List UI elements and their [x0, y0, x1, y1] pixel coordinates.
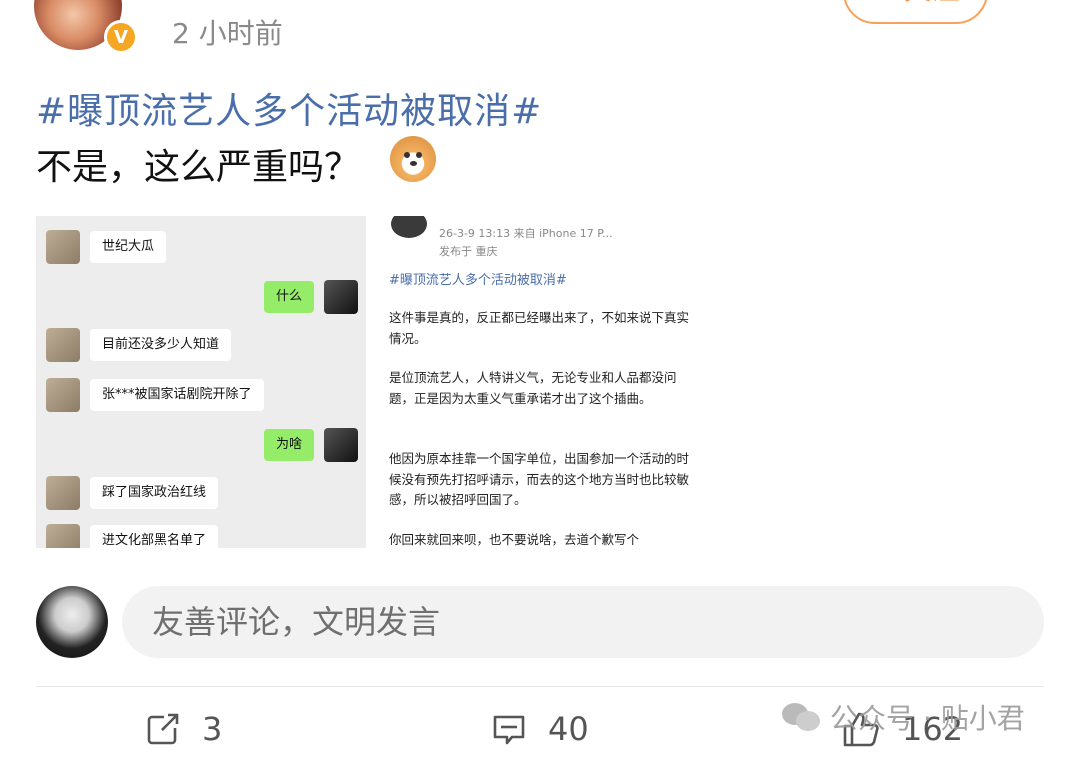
chat-bubble: 为啥 [263, 429, 314, 461]
post-image-embedded-post[interactable]: 26-3-9 13:13 来自 iPhone 17 P... 发布于 重庆 #曝… [375, 216, 705, 548]
chat-bubble: 张***被国家话剧院开除了 [90, 379, 264, 411]
chat-message: 为啥 [36, 426, 366, 466]
embedded-location: 发布于 重庆 [439, 245, 498, 258]
wechat-icon [782, 701, 822, 733]
verified-badge-icon: V [104, 20, 138, 54]
chat-message: 张***被国家话剧院开除了 [36, 376, 366, 416]
embedded-meta: 26-3-9 13:13 来自 iPhone 17 P... [439, 227, 613, 240]
chat-avatar [46, 328, 80, 362]
divider [36, 686, 1044, 687]
chat-message: 进文化部黑名单了 [36, 522, 366, 548]
chat-message: 踩了国家政治红线 [36, 474, 366, 514]
chat-message: 世纪大瓜 [36, 228, 366, 268]
embedded-paragraph: 这件事是真的，反正都已经曝出来了，不如来说下真实情况。 [389, 310, 690, 346]
chat-avatar [46, 230, 80, 264]
comment-count: 40 [548, 710, 589, 748]
chat-message: 目前还没多少人知道 [36, 326, 366, 366]
follow-button[interactable]: + 关注 [843, 0, 988, 24]
chat-avatar [46, 476, 80, 510]
comment-input[interactable] [122, 586, 1044, 658]
post-hashtag-link[interactable]: #曝顶流艺人多个活动被取消# [36, 82, 542, 134]
chat-avatar [46, 378, 80, 412]
chat-bubble: 进文化部黑名单了 [90, 525, 219, 548]
share-button[interactable]: 3 [146, 706, 222, 752]
chat-avatar [46, 524, 80, 548]
comment-button[interactable]: 40 [492, 706, 589, 752]
embedded-paragraph: 是位顶流艺人，人特讲义气，无论专业和人品都没问题，正是因为太重义气重承诺才出了这… [389, 370, 677, 406]
share-count: 3 [202, 710, 223, 748]
chat-bubble: 世纪大瓜 [90, 231, 167, 263]
chat-bubble: 踩了国家政治红线 [90, 477, 219, 509]
post-image-chat-screenshot[interactable]: 世纪大瓜 什么 目前还没多少人知道 张***被国家话剧院开除了 为啥 踩了国家政… [36, 216, 366, 548]
chat-message: 什么 [36, 278, 366, 318]
current-user-avatar [36, 586, 108, 658]
chat-avatar [324, 280, 358, 314]
chat-bubble: 目前还没多少人知道 [90, 329, 232, 361]
embedded-paragraph: 你回来就回来呗，也不要说啥，去道个歉写个 [389, 532, 640, 547]
post-text: 不是，这么严重吗？ [36, 147, 361, 188]
watermark-text: 公众号 · 贴小君 [830, 702, 1025, 735]
chat-avatar [324, 428, 358, 462]
chat-bubble: 什么 [263, 281, 314, 313]
dog-emoji-icon [390, 136, 436, 182]
embedded-avatar [391, 216, 427, 238]
comment-icon [493, 715, 525, 745]
post-timestamp: 2 小时前 [172, 17, 283, 50]
watermark: 公众号 · 贴小君 [782, 697, 1025, 737]
share-icon [147, 712, 180, 745]
embedded-hashtag: #曝顶流艺人多个活动被取消# [389, 273, 567, 288]
embedded-paragraph: 他因为原本挂靠一个国字单位，出国参加一个活动的时候没有预先打招呼请示，而去的这个… [389, 451, 690, 507]
